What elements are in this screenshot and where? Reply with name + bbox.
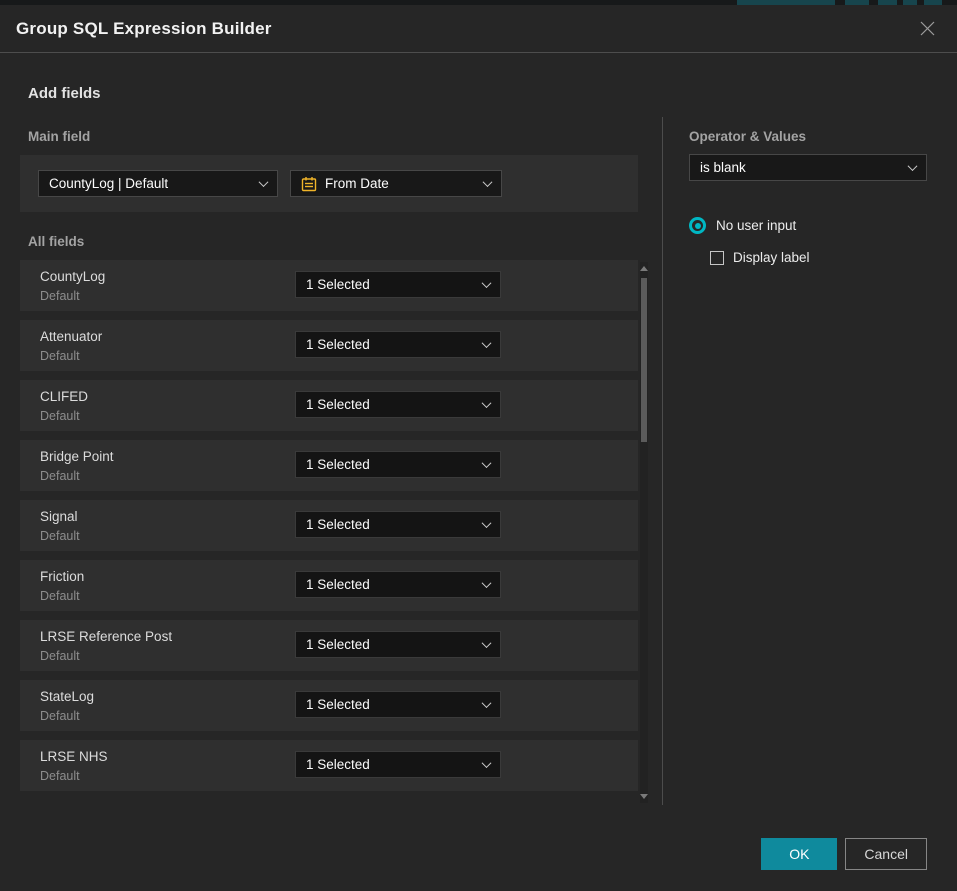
no-user-input-label: No user input — [716, 218, 796, 233]
dialog-title: Group SQL Expression Builder — [16, 19, 272, 39]
field-name: CLIFED — [40, 389, 88, 404]
cancel-button[interactable]: Cancel — [845, 838, 927, 870]
no-user-input-radio-row[interactable]: No user input — [689, 217, 796, 234]
field-selected-value: 1 Selected — [306, 337, 370, 352]
chevron-down-icon — [482, 458, 492, 468]
chevron-down-icon — [482, 338, 492, 348]
main-source-select[interactable]: CountyLog | Default — [38, 170, 278, 197]
group-sql-expression-builder-dialog: Group SQL Expression Builder Add fields … — [0, 5, 957, 891]
calendar-icon — [301, 176, 317, 192]
field-row[interactable]: Signal Default 1 Selected — [20, 500, 638, 551]
chevron-down-icon — [482, 638, 492, 648]
field-selected-value: 1 Selected — [306, 457, 370, 472]
field-row[interactable]: Bridge Point Default 1 Selected — [20, 440, 638, 491]
list-scrollbar[interactable] — [640, 262, 648, 803]
field-name: StateLog — [40, 689, 94, 704]
field-selected-value: 1 Selected — [306, 697, 370, 712]
field-selected-dropdown[interactable]: 1 Selected — [295, 511, 501, 538]
field-selected-dropdown[interactable]: 1 Selected — [295, 691, 501, 718]
field-selected-value: 1 Selected — [306, 277, 370, 292]
main-attribute-select[interactable]: From Date — [290, 170, 502, 197]
dialog-header: Group SQL Expression Builder — [0, 5, 957, 53]
display-label-checkbox-row[interactable]: Display label — [710, 250, 810, 265]
field-selected-dropdown[interactable]: 1 Selected — [295, 271, 501, 298]
field-name: LRSE NHS — [40, 749, 108, 764]
field-row[interactable]: CLIFED Default 1 Selected — [20, 380, 638, 431]
chevron-down-icon — [908, 161, 918, 171]
add-fields-heading: Add fields — [28, 85, 101, 102]
main-source-select-value: CountyLog | Default — [49, 176, 168, 191]
field-row[interactable]: StateLog Default 1 Selected — [20, 680, 638, 731]
field-selected-dropdown[interactable]: 1 Selected — [295, 631, 501, 658]
main-field-label: Main field — [28, 129, 90, 144]
chevron-down-icon — [482, 758, 492, 768]
chevron-down-icon — [483, 177, 493, 187]
chevron-down-icon — [482, 578, 492, 588]
field-subtitle: Default — [40, 769, 80, 783]
scrollbar-thumb[interactable] — [641, 278, 647, 442]
field-row[interactable]: Attenuator Default 1 Selected — [20, 320, 638, 371]
scroll-up-arrow-icon[interactable] — [640, 266, 648, 271]
field-subtitle: Default — [40, 709, 80, 723]
field-row[interactable]: LRSE NHS Default 1 Selected — [20, 740, 638, 791]
field-selected-dropdown[interactable]: 1 Selected — [295, 391, 501, 418]
field-name: LRSE Reference Post — [40, 629, 172, 644]
field-selected-value: 1 Selected — [306, 637, 370, 652]
chevron-down-icon — [482, 278, 492, 288]
field-selected-value: 1 Selected — [306, 577, 370, 592]
scroll-down-arrow-icon[interactable] — [640, 794, 648, 799]
field-row[interactable]: CountyLog Default 1 Selected — [20, 260, 638, 311]
field-name: Friction — [40, 569, 84, 584]
field-name: CountyLog — [40, 269, 105, 284]
radio-button[interactable] — [689, 217, 706, 234]
panel-divider — [662, 117, 663, 805]
main-field-box: CountyLog | Default From Date — [20, 155, 638, 212]
field-selected-dropdown[interactable]: 1 Selected — [295, 451, 501, 478]
chevron-down-icon — [482, 398, 492, 408]
display-label-label: Display label — [733, 250, 810, 265]
field-selected-dropdown[interactable]: 1 Selected — [295, 331, 501, 358]
dialog-footer: OK Cancel — [761, 838, 927, 870]
field-name: Attenuator — [40, 329, 102, 344]
operator-select[interactable]: is blank — [689, 154, 927, 181]
field-subtitle: Default — [40, 289, 80, 303]
field-subtitle: Default — [40, 349, 80, 363]
field-selected-value: 1 Selected — [306, 517, 370, 532]
chevron-down-icon — [259, 177, 269, 187]
field-row[interactable]: LRSE Reference Post Default 1 Selected — [20, 620, 638, 671]
operator-values-label: Operator & Values — [689, 129, 806, 144]
checkbox[interactable] — [710, 251, 724, 265]
main-attribute-select-value: From Date — [325, 176, 389, 191]
field-subtitle: Default — [40, 529, 80, 543]
field-selected-value: 1 Selected — [306, 397, 370, 412]
field-selected-dropdown[interactable]: 1 Selected — [295, 751, 501, 778]
field-selected-dropdown[interactable]: 1 Selected — [295, 571, 501, 598]
chevron-down-icon — [482, 518, 492, 528]
ok-button[interactable]: OK — [761, 838, 837, 870]
field-subtitle: Default — [40, 649, 80, 663]
field-selected-value: 1 Selected — [306, 757, 370, 772]
chevron-down-icon — [482, 698, 492, 708]
operator-select-value: is blank — [700, 160, 746, 175]
all-fields-label: All fields — [28, 234, 84, 249]
field-subtitle: Default — [40, 589, 80, 603]
field-subtitle: Default — [40, 409, 80, 423]
all-fields-list: CountyLog Default 1 Selected Attenuator … — [20, 260, 638, 800]
field-name: Bridge Point — [40, 449, 114, 464]
field-name: Signal — [40, 509, 78, 524]
field-row[interactable]: Friction Default 1 Selected — [20, 560, 638, 611]
field-subtitle: Default — [40, 469, 80, 483]
close-icon[interactable] — [913, 15, 941, 43]
